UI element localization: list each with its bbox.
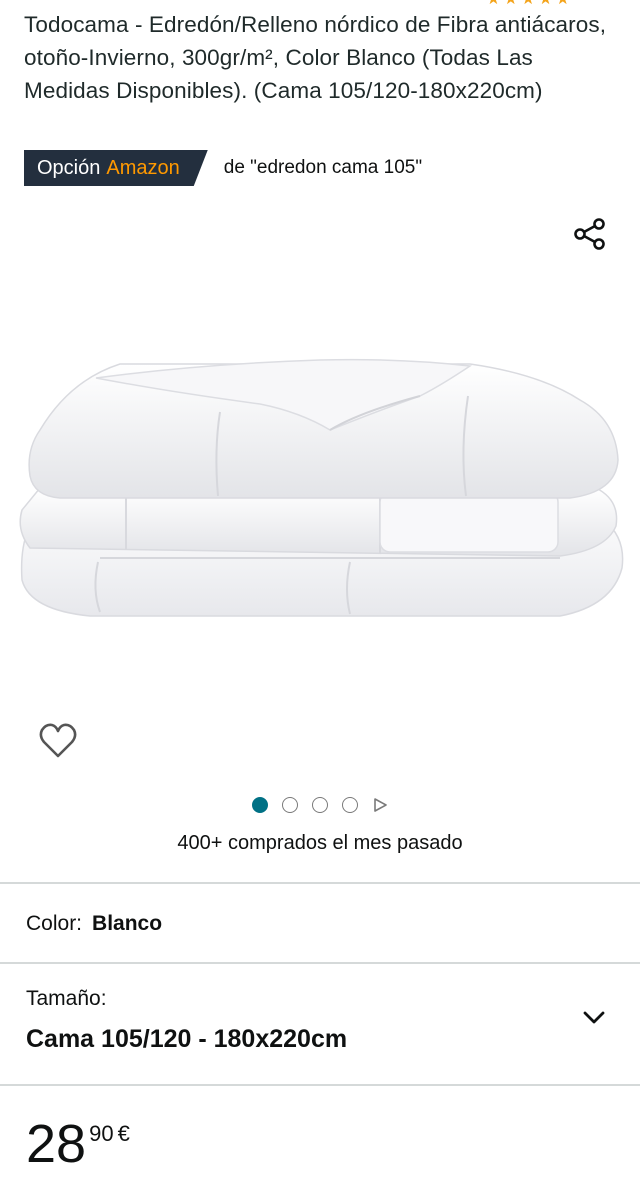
product-image[interactable] xyxy=(0,300,640,700)
heart-icon[interactable] xyxy=(38,722,78,760)
price: 28 90 € xyxy=(26,1114,130,1174)
badge-context[interactable]: de "edredon cama 105" xyxy=(224,157,422,179)
purchase-count: 400+ comprados el mes pasado xyxy=(177,832,463,854)
carousel-dot[interactable] xyxy=(252,797,268,813)
amazon-choice-badge: Opción Amazon xyxy=(24,150,208,186)
size-label: Tamaño: xyxy=(26,987,107,1010)
price-currency: € xyxy=(117,1121,130,1146)
rating-stars: ★ ★ ★ ★ ★ xyxy=(486,0,570,8)
share-icon[interactable] xyxy=(572,216,608,252)
star-icon: ★ xyxy=(556,0,570,8)
product-title: Todocama - Edredón/Relleno nórdico de Fi… xyxy=(24,12,607,103)
carousel-dot[interactable] xyxy=(282,797,298,813)
carousel-dot[interactable] xyxy=(312,797,328,813)
color-selector: Color: Blanco xyxy=(26,912,162,936)
color-value: Blanco xyxy=(92,912,163,935)
divider xyxy=(0,882,640,884)
carousel-dot[interactable] xyxy=(342,797,358,813)
divider xyxy=(0,962,640,964)
star-icon: ★ xyxy=(486,0,500,8)
image-carousel-indicator[interactable] xyxy=(0,797,640,813)
star-icon: ★ xyxy=(538,0,552,8)
star-icon: ★ xyxy=(504,0,518,8)
star-icon: ★ xyxy=(521,0,535,8)
play-icon[interactable] xyxy=(372,797,388,813)
price-whole: 28 xyxy=(26,1114,87,1174)
amazon-choice-row[interactable]: Opción Amazon de "edredon cama 105" xyxy=(24,150,422,186)
badge-brand: Amazon xyxy=(106,156,180,179)
size-dropdown[interactable]: Tamaño: Cama 105/120 - 180x220cm xyxy=(0,965,640,1085)
chevron-down-icon[interactable] xyxy=(580,1003,608,1031)
divider xyxy=(0,1084,640,1086)
badge-prefix: Opción xyxy=(37,156,101,179)
price-fraction: 90 xyxy=(89,1121,114,1146)
color-label: Color: xyxy=(26,912,83,935)
size-value: Cama 105/120 - 180x220cm xyxy=(26,1025,348,1053)
